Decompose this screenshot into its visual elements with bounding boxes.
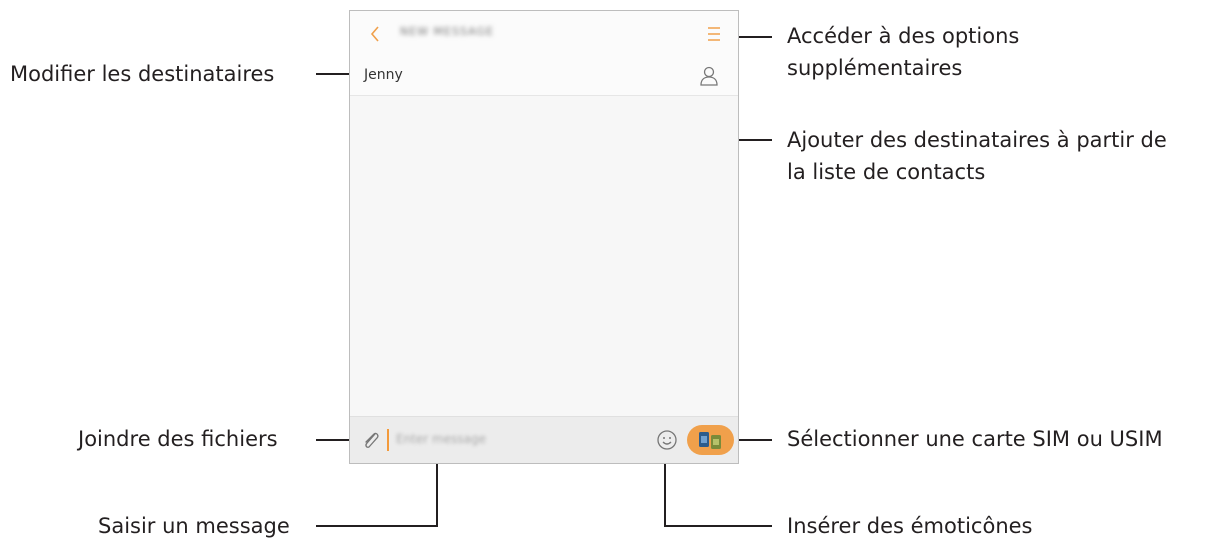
emoticon-button[interactable] bbox=[655, 428, 679, 452]
label-enter-message: Saisir un message bbox=[98, 514, 290, 538]
label-add-contacts-1: Ajouter des destinataires à partir de bbox=[787, 128, 1167, 152]
recipient-field[interactable]: Jenny bbox=[350, 57, 738, 96]
smiley-icon bbox=[657, 430, 677, 450]
callout-line-message bbox=[316, 456, 438, 527]
label-insert-emoticons: Insérer des émoticônes bbox=[787, 514, 1033, 538]
message-input[interactable]: Enter message bbox=[396, 432, 486, 446]
text-cursor bbox=[387, 429, 389, 451]
app-header: NEW MESSAGE bbox=[350, 11, 738, 58]
label-add-contacts-2: la liste de contacts bbox=[787, 160, 986, 184]
chevron-left-icon bbox=[370, 26, 379, 42]
label-more-options-2: supplémentaires bbox=[787, 56, 963, 80]
paperclip-icon bbox=[365, 432, 379, 448]
sim-card-icon bbox=[699, 432, 721, 449]
label-select-sim: Sélectionner une carte SIM ou USIM bbox=[787, 427, 1163, 451]
attach-button[interactable] bbox=[360, 428, 382, 452]
back-button[interactable] bbox=[366, 21, 388, 47]
sim-send-button[interactable] bbox=[687, 425, 734, 455]
callout-line-emoticons bbox=[664, 458, 772, 527]
menu-icon bbox=[708, 27, 720, 41]
label-modify-recipients: Modifier les destinataires bbox=[10, 62, 275, 86]
page-title: NEW MESSAGE bbox=[400, 25, 494, 38]
phone-screen: NEW MESSAGE Jenny Enter message bbox=[349, 10, 739, 464]
label-more-options-1: Accéder à des options bbox=[787, 24, 1020, 48]
add-contact-button[interactable] bbox=[698, 64, 720, 88]
more-options-button[interactable] bbox=[704, 23, 724, 45]
recipient-name[interactable]: Jenny bbox=[364, 67, 403, 83]
contact-icon bbox=[700, 66, 718, 86]
compose-bar: Enter message bbox=[350, 416, 738, 463]
label-attach-files: Joindre des fichiers bbox=[78, 427, 278, 451]
